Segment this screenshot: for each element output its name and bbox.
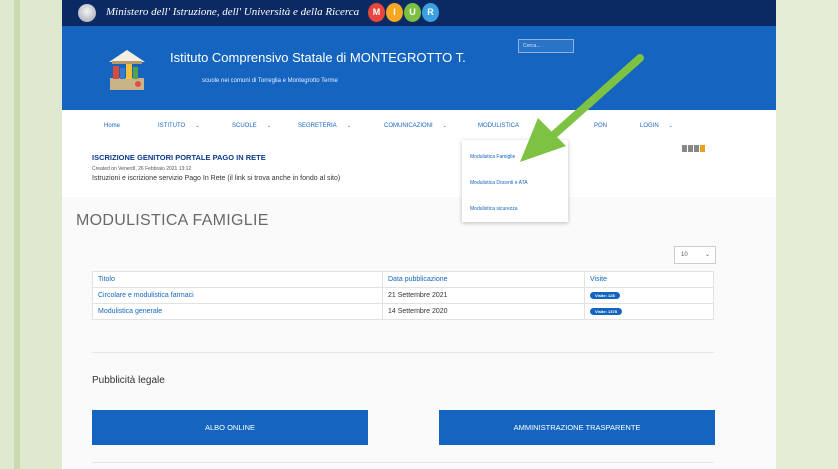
miur-letter-u: U bbox=[404, 3, 421, 22]
chevron-down-icon: ⌄ bbox=[668, 123, 673, 129]
chevron-down-icon: ⌄ bbox=[195, 123, 200, 129]
chevron-down-icon: ⌄ bbox=[442, 123, 447, 129]
nav-label: SCUOLE bbox=[232, 123, 257, 129]
nav-pon[interactable]: PON bbox=[594, 123, 607, 129]
news-meta: Created on Venerdì, 26 Febbraio 2021 13:… bbox=[92, 166, 192, 172]
pager-dot[interactable] bbox=[688, 145, 693, 152]
main-nav: Home ISTITUTO ⌄ SCUOLE ⌄ SEGRETERIA ⌄ COMUN… bbox=[92, 114, 714, 140]
nav-scuole[interactable]: SCUOLE ⌄ bbox=[232, 123, 271, 129]
modulistica-dropdown: Modulistica Famiglie Modulistica Docenti… bbox=[462, 140, 568, 222]
site-header: Istituto Comprensivo Statale di MONTEGRO… bbox=[62, 26, 776, 110]
table-row: Circolare e modulistica farmaci 21 Sette… bbox=[92, 287, 714, 304]
pager-dot[interactable] bbox=[694, 145, 699, 152]
nav-comunicazioni[interactable]: COMUNICAZIONI ⌄ bbox=[384, 123, 447, 129]
documents-table: Titolo Data pubblicazione Visite Circola… bbox=[92, 271, 714, 320]
column-header-date[interactable]: Data pubblicazione bbox=[382, 271, 585, 288]
school-name[interactable]: Istituto Comprensivo Statale di MONTEGRO… bbox=[170, 50, 466, 65]
table-header-row: Titolo Data pubblicazione Visite bbox=[92, 271, 714, 288]
nav-label: SEGRETERIA bbox=[298, 123, 337, 129]
visits-badge: Visite: 1378 bbox=[590, 308, 622, 315]
news-description: Istruzioni e iscrizione servizio Pago In… bbox=[92, 175, 341, 182]
row-visits: Visite: 1378 bbox=[584, 303, 714, 320]
web-page: Ministero dell' Istruzione, dell' Univer… bbox=[62, 0, 776, 469]
nav-home[interactable]: Home bbox=[104, 123, 120, 129]
visits-badge: Visite: 128 bbox=[590, 292, 620, 299]
page-title: MODULISTICA FAMIGLIE bbox=[76, 212, 269, 229]
nav-login[interactable]: LOGIN ⌄ bbox=[640, 123, 673, 129]
dropdown-item-famiglie[interactable]: Modulistica Famiglie bbox=[470, 154, 515, 160]
republic-emblem-icon bbox=[78, 4, 96, 22]
school-logo-icon[interactable] bbox=[106, 48, 148, 92]
chevron-down-icon: ⌄ bbox=[266, 123, 271, 129]
dropdown-item-sicurezza[interactable]: Modulistica sicurezza bbox=[470, 206, 518, 212]
news-pager bbox=[682, 145, 705, 152]
divider bbox=[92, 352, 714, 353]
table-row: Modulistica generale 14 Settembre 2020 V… bbox=[92, 303, 714, 320]
ministry-name: Ministero dell' Istruzione, dell' Univer… bbox=[106, 6, 360, 18]
dropdown-item-docenti-ata[interactable]: Modulistica Docenti e ATA bbox=[470, 180, 528, 186]
row-date: 14 Settembre 2020 bbox=[382, 303, 585, 320]
miur-logo[interactable]: M I U R bbox=[368, 3, 439, 23]
row-visits: Visite: 128 bbox=[584, 287, 714, 304]
row-title[interactable]: Modulistica generale bbox=[92, 303, 383, 320]
per-page-select[interactable]: 10 ⌄ bbox=[674, 246, 716, 264]
miur-letter-m: M bbox=[368, 3, 385, 22]
nav-label: COMUNICAZIONI bbox=[384, 123, 433, 129]
albo-online-button[interactable]: ALBO ONLINE bbox=[92, 410, 368, 445]
nav-label: PON bbox=[594, 123, 608, 129]
miur-letter-i: I bbox=[386, 3, 403, 22]
nav-modulistica[interactable]: MODULISTICA bbox=[478, 123, 519, 129]
pager-dot[interactable] bbox=[682, 145, 687, 152]
row-title[interactable]: Circolare e modulistica farmaci bbox=[92, 287, 383, 304]
nav-label: LOGIN bbox=[640, 123, 659, 129]
row-date: 21 Settembre 2021 bbox=[382, 287, 585, 304]
chevron-down-icon: ⌄ bbox=[704, 252, 710, 258]
nav-istituto[interactable]: ISTITUTO ⌄ bbox=[158, 123, 199, 129]
amministrazione-trasparente-button[interactable]: AMMINISTRAZIONE TRASPARENTE bbox=[439, 410, 715, 445]
column-header-visits[interactable]: Visite bbox=[584, 271, 714, 288]
pager-dot-active[interactable] bbox=[700, 145, 705, 152]
chevron-down-icon: ⌄ bbox=[346, 123, 351, 129]
search-input[interactable] bbox=[518, 39, 574, 53]
nav-label: Home bbox=[104, 123, 121, 129]
nav-label: MODULISTICA bbox=[478, 123, 520, 129]
nav-label: ISTITUTO bbox=[158, 123, 186, 129]
news-title[interactable]: ISCRIZIONE GENITORI PORTALE PAGO IN RETE bbox=[92, 153, 266, 162]
nav-segreteria[interactable]: SEGRETERIA ⌄ bbox=[298, 123, 351, 129]
section-heading-pubblicita: Pubblicità legale bbox=[92, 375, 165, 386]
left-side-bar bbox=[0, 0, 62, 469]
ministry-bar: Ministero dell' Istruzione, dell' Univer… bbox=[62, 0, 776, 26]
divider bbox=[92, 462, 714, 463]
school-subtitle: scuole nei comuni di Torreglia e Montegr… bbox=[202, 78, 338, 84]
right-side-bar bbox=[776, 0, 838, 469]
column-header-title[interactable]: Titolo bbox=[92, 271, 383, 288]
per-page-value: 10 bbox=[681, 252, 688, 258]
side-accent bbox=[14, 0, 20, 469]
miur-letter-r: R bbox=[422, 3, 439, 22]
